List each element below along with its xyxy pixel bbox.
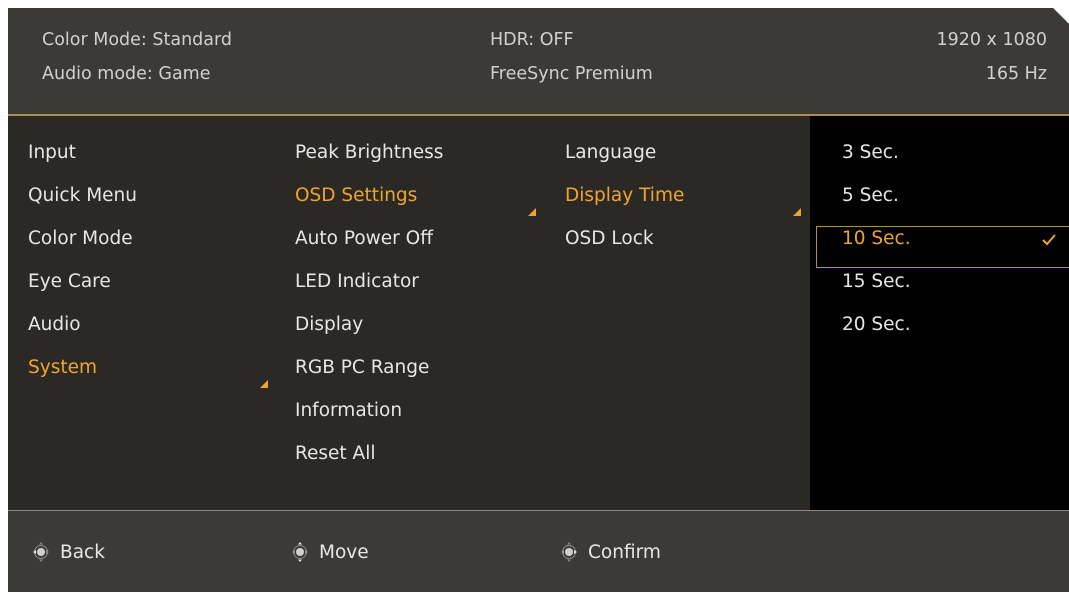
option-5-sec[interactable]: 5 Sec. [842, 181, 899, 211]
refresh-rate-status: 165 Hz [985, 64, 1047, 84]
submenu-arrow-icon [260, 380, 268, 388]
option-3-sec[interactable]: 3 Sec. [842, 138, 899, 168]
freesync-status: FreeSync Premium [490, 64, 653, 84]
menu-item-eye-care[interactable]: Eye Care [28, 267, 111, 297]
menu-item-audio[interactable]: Audio [28, 310, 81, 340]
option-10-sec[interactable]: 10 Sec. [842, 224, 911, 254]
osd-item-language[interactable]: Language [565, 138, 656, 168]
osd-window: Color Mode: Standard Audio mode: Game HD… [8, 8, 1069, 592]
status-header: Color Mode: Standard Audio mode: Game HD… [8, 8, 1069, 116]
confirm-label: Confirm [588, 541, 661, 563]
menu-item-quick-menu[interactable]: Quick Menu [28, 181, 137, 211]
hdr-status: HDR: OFF [490, 30, 574, 50]
system-item-auto-power-off[interactable]: Auto Power Off [295, 224, 433, 254]
back-control[interactable]: Back [32, 539, 105, 565]
menu-item-system[interactable]: System [28, 353, 97, 383]
joystick-right-icon [561, 542, 577, 562]
confirm-control[interactable]: Confirm [560, 539, 661, 565]
system-item-information[interactable]: Information [295, 396, 402, 426]
system-item-led-indicator[interactable]: LED Indicator [295, 267, 419, 297]
color-mode-status: Color Mode: Standard [42, 30, 233, 50]
options-panel: 3 Sec. 5 Sec. 10 Sec. 15 Sec. 20 Sec. [810, 116, 1069, 510]
resolution-status: 1920 x 1080 [936, 30, 1047, 50]
system-item-peak-brightness[interactable]: Peak Brightness [295, 138, 443, 168]
menu-panel: Input Quick Menu Color Mode Eye Care Aud… [8, 116, 810, 510]
system-item-display[interactable]: Display [295, 310, 363, 340]
osd-item-osd-lock[interactable]: OSD Lock [565, 224, 654, 254]
menu-item-input[interactable]: Input [28, 138, 76, 168]
system-item-reset-all[interactable]: Reset All [295, 439, 376, 469]
osd-item-display-time[interactable]: Display Time [565, 181, 684, 211]
back-label: Back [60, 541, 105, 563]
system-item-osd-settings[interactable]: OSD Settings [295, 181, 417, 211]
menu-item-color-mode[interactable]: Color Mode [28, 224, 133, 254]
move-label: Move [319, 541, 369, 563]
checkmark-icon [1042, 234, 1056, 246]
option-20-sec[interactable]: 20 Sec. [842, 310, 911, 340]
system-item-rgb-pc-range[interactable]: RGB PC Range [295, 353, 429, 383]
option-15-sec[interactable]: 15 Sec. [842, 267, 911, 297]
submenu-arrow-icon [793, 208, 801, 216]
joystick-updown-icon [292, 542, 308, 562]
move-control[interactable]: Move [291, 539, 369, 565]
audio-mode-status: Audio mode: Game [42, 64, 211, 84]
joystick-left-icon [33, 542, 49, 562]
control-footer: Back Move Confirm [8, 510, 1069, 592]
submenu-arrow-icon [528, 208, 536, 216]
